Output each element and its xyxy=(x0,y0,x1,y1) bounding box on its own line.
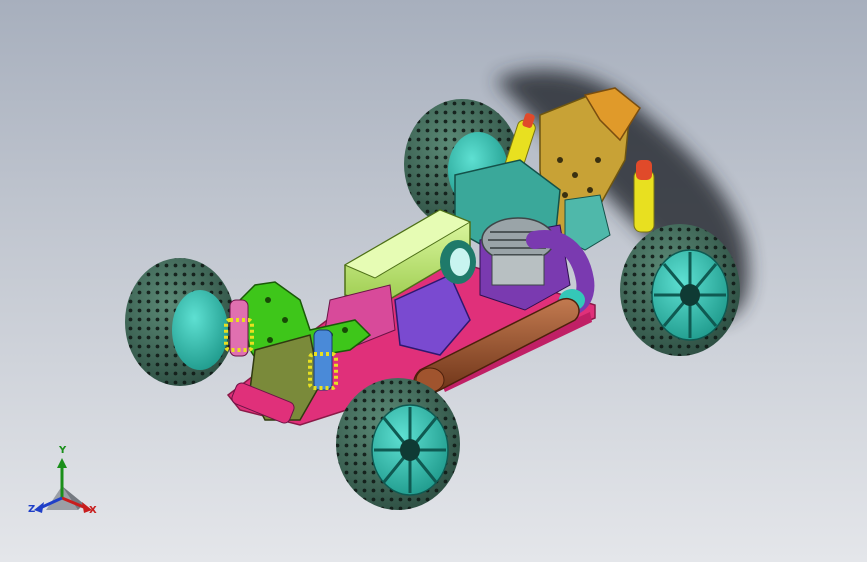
x-axis-label: X xyxy=(89,505,97,516)
view-orientation-triad[interactable]: Y X Z xyxy=(22,446,106,526)
rim xyxy=(172,290,228,370)
rear-right-shock[interactable] xyxy=(633,160,655,233)
front-right-shock[interactable] xyxy=(308,329,338,391)
front-left-shock[interactable] xyxy=(224,299,254,357)
front-right-wheel[interactable] xyxy=(336,378,460,510)
cad-viewport[interactable]: Y X Z xyxy=(0,0,867,562)
clutch-bell[interactable] xyxy=(440,240,476,284)
rear-right-wheel[interactable] xyxy=(620,224,740,356)
rc-buggy-model[interactable] xyxy=(0,0,867,562)
y-axis-label: Y xyxy=(59,445,67,456)
z-axis-label: Z xyxy=(28,504,36,515)
front-left-wheel[interactable] xyxy=(125,258,235,386)
